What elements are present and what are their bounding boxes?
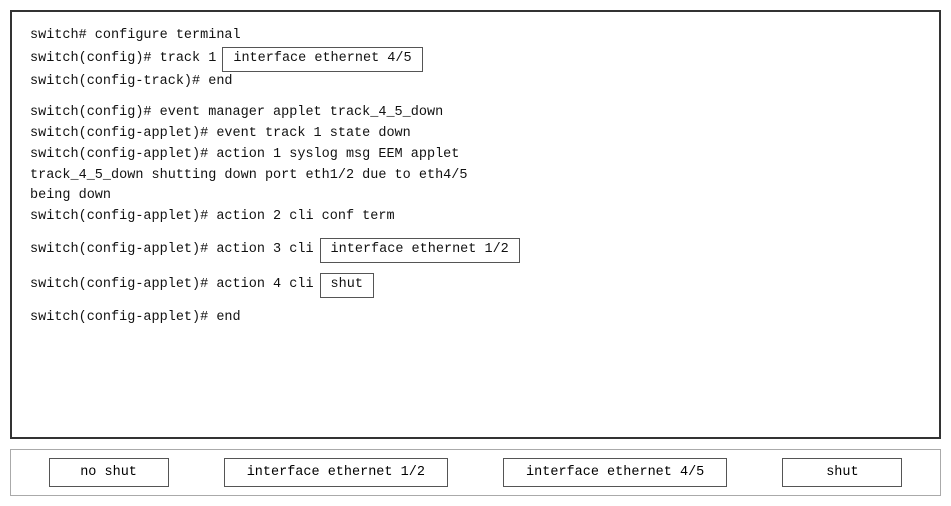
line-text-l12: switch(config-applet)# end bbox=[30, 308, 241, 329]
line-text-l7: track_4_5_down shutting down port eth1/2… bbox=[30, 166, 467, 187]
terminal-line-l6: switch(config-applet)# action 1 syslog m… bbox=[30, 145, 921, 166]
terminal-line-l5: switch(config-applet)# event track 1 sta… bbox=[30, 124, 921, 145]
line-text-l5: switch(config-applet)# event track 1 sta… bbox=[30, 124, 411, 145]
line-text-l8: being down bbox=[30, 186, 111, 207]
terminal-line-l3: switch(config-track)# end bbox=[30, 72, 921, 93]
terminal-line-l2a: switch(config)# track 1 interface ethern… bbox=[30, 47, 921, 72]
terminal-line-l8: being down bbox=[30, 186, 921, 207]
bottom-btn-btn3[interactable]: interface ethernet 4/5 bbox=[503, 458, 727, 487]
terminal-line-l4: switch(config)# event manager applet tra… bbox=[30, 103, 921, 124]
terminal-line-l9: switch(config-applet)# action 2 cli conf… bbox=[30, 207, 921, 228]
line-text-l4: switch(config)# event manager applet tra… bbox=[30, 103, 443, 124]
spacer-spacer1 bbox=[30, 93, 921, 103]
line-text-l6: switch(config-applet)# action 1 syslog m… bbox=[30, 145, 459, 166]
bottom-btn-btn1[interactable]: no shut bbox=[49, 458, 169, 487]
line-text-l1: switch# configure terminal bbox=[30, 26, 241, 47]
line-text-l11: switch(config-applet)# action 4 cli bbox=[30, 275, 314, 296]
bottom-bar: no shut interface ethernet 1/2 interface e… bbox=[10, 449, 941, 496]
line-text-l9: switch(config-applet)# action 2 cli conf… bbox=[30, 207, 395, 228]
terminal-line-l12: switch(config-applet)# end bbox=[30, 308, 921, 329]
terminal-box: switch# configure terminalswitch(config)… bbox=[10, 10, 941, 439]
inline-box-l11: shut bbox=[320, 273, 374, 298]
inline-box-l10: interface ethernet 1/2 bbox=[320, 238, 520, 263]
terminal-line-l10: switch(config-applet)# action 3 cli inte… bbox=[30, 238, 921, 263]
terminal-line-l7: track_4_5_down shutting down port eth1/2… bbox=[30, 166, 921, 187]
bottom-btn-btn2[interactable]: interface ethernet 1/2 bbox=[224, 458, 448, 487]
spacer-spacer3 bbox=[30, 263, 921, 273]
spacer-spacer2 bbox=[30, 228, 921, 238]
line-text-l2a: switch(config)# track 1 bbox=[30, 49, 216, 70]
terminal-line-l1: switch# configure terminal bbox=[30, 26, 921, 47]
bottom-btn-btn4[interactable]: shut bbox=[782, 458, 902, 487]
line-text-l10: switch(config-applet)# action 3 cli bbox=[30, 240, 314, 261]
terminal-line-l11: switch(config-applet)# action 4 cli shut bbox=[30, 273, 921, 298]
inline-box-l2a: interface ethernet 4/5 bbox=[222, 47, 422, 72]
spacer-spacer4 bbox=[30, 298, 921, 308]
line-text-l3: switch(config-track)# end bbox=[30, 72, 233, 93]
